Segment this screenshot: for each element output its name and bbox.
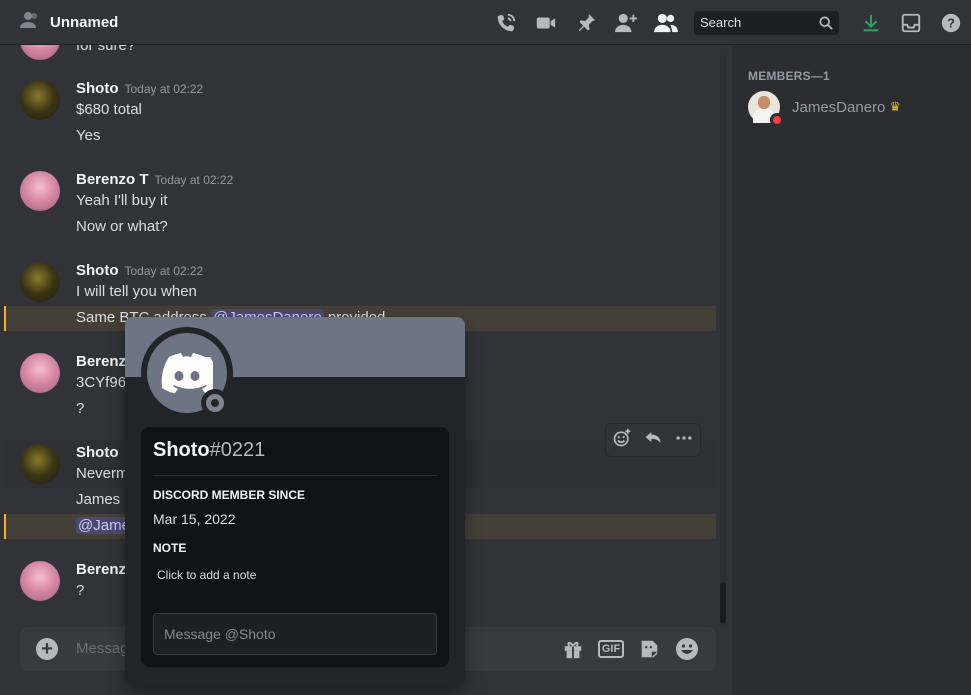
offline-status-icon [201, 389, 229, 417]
timestamp: Today at 02:22 [124, 264, 204, 278]
note-label: NOTE [153, 541, 187, 555]
profile-avatar[interactable] [141, 327, 233, 419]
add-icon[interactable]: + [36, 638, 58, 660]
user-profile-popout: Shoto#0221 DISCORD MEMBER SINCE Mar 15, … [125, 317, 465, 685]
message-text: Now or what? [76, 218, 168, 235]
message-text: I will tell you when [76, 283, 197, 300]
search-placeholder: Search [700, 15, 742, 30]
divider [153, 475, 437, 476]
avatar[interactable] [20, 45, 60, 60]
help-icon[interactable]: ? [931, 0, 971, 45]
message-text: ? [76, 400, 85, 417]
member-item[interactable]: JamesDanero ♛ [748, 91, 902, 127]
message-text: $680 total [76, 101, 142, 118]
call-icon[interactable] [486, 0, 526, 45]
message-text: for sure? [76, 45, 136, 54]
scrollbar-track[interactable] [720, 55, 726, 625]
avatar[interactable] [20, 80, 60, 120]
dm-message-input[interactable]: Message @Shoto [153, 613, 437, 655]
timestamp: Today at 02:22 [154, 173, 234, 187]
profile-card: Shoto#0221 DISCORD MEMBER SINCE Mar 15, … [141, 427, 449, 667]
member-since-label: DISCORD MEMBER SINCE [153, 488, 306, 502]
emoji-icon[interactable] [668, 635, 706, 663]
avatar[interactable] [20, 561, 60, 601]
members-icon [20, 11, 40, 34]
channel-header: Unnamed Search ? [0, 0, 971, 45]
message-text: @Jame [76, 517, 132, 534]
avatar[interactable] [20, 353, 60, 393]
add-friend-icon[interactable] [606, 0, 646, 45]
sticker-icon[interactable] [630, 635, 668, 663]
reply-icon[interactable] [643, 428, 663, 453]
member-list-header: MEMBERS—1 [748, 69, 830, 83]
avatar [748, 91, 784, 127]
message-text: James c [76, 491, 132, 508]
svg-text:?: ? [947, 15, 955, 30]
message-text: Neverm [76, 465, 129, 482]
more-icon[interactable] [674, 428, 694, 453]
search-icon [819, 15, 833, 30]
pin-icon[interactable] [566, 0, 606, 45]
message-author[interactable]: Berenzo T Today at 02:22 [76, 171, 233, 188]
profile-username: Shoto#0221 [153, 439, 266, 461]
message-actions [605, 423, 701, 457]
members-list-icon[interactable] [646, 0, 686, 45]
discord-logo-icon [161, 353, 213, 393]
avatar[interactable] [20, 171, 60, 211]
add-reaction-icon[interactable] [612, 428, 632, 453]
member-list: MEMBERS—1 JamesDanero ♛ [732, 45, 971, 695]
header-toolbar: Search ? [486, 0, 971, 45]
message-author[interactable]: Shoto [76, 444, 119, 461]
scrollbar-thumb[interactable] [720, 583, 726, 623]
gif-icon[interactable]: GIF [592, 635, 630, 663]
download-icon[interactable] [851, 0, 891, 45]
message-author[interactable]: Shoto Today at 02:22 [76, 262, 203, 279]
avatar[interactable] [20, 444, 60, 484]
channel-title: Unnamed [50, 13, 119, 31]
avatar[interactable] [20, 262, 60, 302]
member-name: JamesDanero [792, 98, 886, 116]
search-input[interactable]: Search [694, 10, 839, 35]
message-text: Yeah I'll buy it [76, 192, 168, 209]
message-text: Yes [76, 127, 101, 144]
dnd-status-icon [770, 113, 784, 127]
note-input[interactable]: Click to add a note [157, 568, 437, 582]
inbox-icon[interactable] [891, 0, 931, 45]
gift-icon[interactable] [554, 635, 592, 663]
message-text: ? [76, 582, 85, 599]
channel-title-wrap: Unnamed [0, 11, 118, 34]
user-mention[interactable]: @Jame [76, 517, 132, 534]
crown-icon: ♛ [889, 99, 902, 114]
message-author[interactable]: Shoto Today at 02:22 [76, 80, 203, 97]
composer-icons: GIF [554, 635, 706, 663]
message-text: 3CYf96 [76, 374, 127, 391]
member-since-date: Mar 15, 2022 [153, 511, 236, 527]
video-icon[interactable] [526, 0, 566, 45]
timestamp: Today at 02:22 [124, 82, 204, 96]
